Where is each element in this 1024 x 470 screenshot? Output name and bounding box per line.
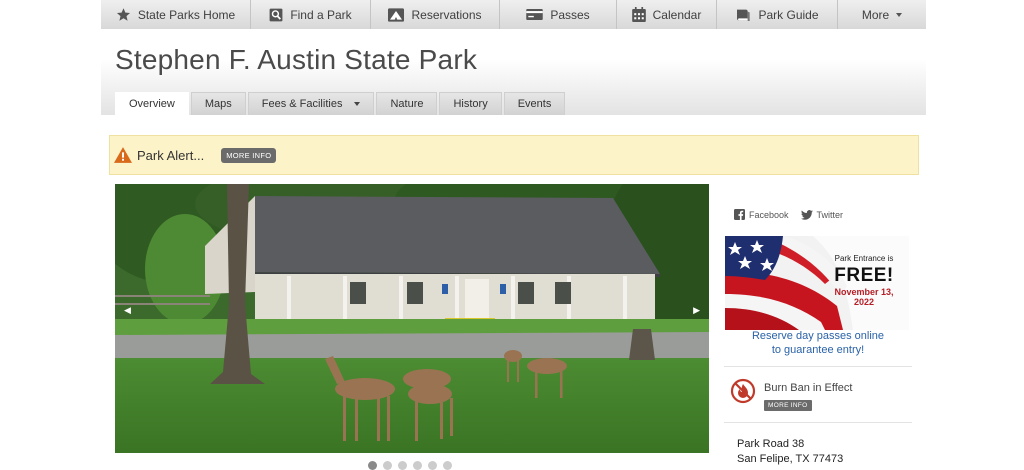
twitter-link[interactable]: Twitter xyxy=(800,209,844,220)
twitter-label: Twitter xyxy=(816,209,844,220)
burn-ban-title: Burn Ban in Effect xyxy=(764,382,853,394)
no-fire-icon xyxy=(730,378,756,404)
promo-caption-line-1: Reserve day passes online xyxy=(751,330,885,342)
tab-label: Events xyxy=(517,98,552,110)
warning-icon xyxy=(114,147,132,163)
chevron-down-icon xyxy=(354,102,361,106)
sidebar: Facebook Twitter Park Entrance is FREE! … xyxy=(724,196,912,468)
promo-year: 2022 xyxy=(853,297,875,307)
divider xyxy=(724,366,912,367)
nav-label: State Parks Home xyxy=(137,7,236,22)
nav-reservations[interactable]: Reservations xyxy=(371,0,500,29)
top-nav: State Parks Home Find a Park Reservation… xyxy=(101,0,926,30)
promo-free: FREE! xyxy=(834,265,894,286)
burn-ban-text: Burn Ban in Effect MORE INFO xyxy=(764,378,852,412)
calendar-icon xyxy=(631,7,646,22)
tab-label: Fees & Facilities xyxy=(261,98,343,110)
alert-more-info-button[interactable]: MORE INFO xyxy=(221,147,277,163)
slideshow-dots xyxy=(368,461,452,470)
social-links: Facebook Twitter xyxy=(734,209,843,220)
nav-park-guide[interactable]: Park Guide xyxy=(717,0,838,29)
search-icon xyxy=(269,8,283,21)
tab-fees-facilities[interactable]: Fees & Facilities xyxy=(247,92,375,115)
park-address: Park Road 38 San Felipe, TX 77473 xyxy=(737,437,843,467)
chevron-down-icon xyxy=(896,12,903,17)
tab-label: Nature xyxy=(390,98,424,110)
burn-ban-notice: Burn Ban in Effect MORE INFO xyxy=(730,378,852,412)
park-photo-slideshow: ◀ ▶ xyxy=(115,184,709,453)
slideshow-next-arrow-icon[interactable]: ▶ xyxy=(693,305,700,316)
nav-label: Park Guide xyxy=(758,7,819,22)
nav-label: Find a Park xyxy=(290,7,352,22)
slideshow-prev-arrow-icon[interactable]: ◀ xyxy=(124,305,131,316)
park-photo xyxy=(115,184,709,453)
slideshow-dot[interactable] xyxy=(398,461,407,470)
park-header: Stephen F. Austin State Park Overview Ma… xyxy=(101,29,926,115)
nav-label: Calendar xyxy=(652,7,702,22)
promo-caption-line-2: to guarantee entry! xyxy=(771,344,865,356)
promo-date-line: November 13, xyxy=(834,287,894,297)
facebook-label: Facebook xyxy=(749,209,789,220)
facebook-link[interactable]: Facebook xyxy=(734,209,789,220)
alert-text[interactable]: Park Alert... xyxy=(137,148,204,163)
slideshow-dot[interactable] xyxy=(443,461,452,470)
tab-maps[interactable]: Maps xyxy=(190,92,246,115)
book-icon xyxy=(737,9,751,21)
facebook-icon xyxy=(734,209,745,220)
park-tabs: Overview Maps Fees & Facilities Nature H… xyxy=(115,92,566,115)
tab-nature[interactable]: Nature xyxy=(376,92,438,115)
divider xyxy=(724,422,912,423)
slideshow-dot[interactable] xyxy=(428,461,437,470)
slideshow-dot[interactable] xyxy=(368,461,377,470)
nav-passes[interactable]: Passes xyxy=(500,0,617,29)
burn-ban-more-info-button[interactable]: MORE INFO xyxy=(764,400,812,411)
slideshow-dot[interactable] xyxy=(413,461,422,470)
star-icon xyxy=(116,8,130,21)
nav-label: More xyxy=(861,7,890,22)
nav-label: Reservations xyxy=(411,7,482,22)
reserve-day-pass-link[interactable]: Reserve day passes online to guarantee e… xyxy=(724,329,912,357)
tent-icon xyxy=(388,7,405,22)
tab-label: Overview xyxy=(129,98,175,110)
nav-calendar[interactable]: Calendar xyxy=(617,0,717,29)
nav-label: Passes xyxy=(550,7,590,22)
address-line-2: San Felipe, TX 77473 xyxy=(737,453,844,465)
address-line-1: Park Road 38 xyxy=(737,438,805,450)
slideshow-dot[interactable] xyxy=(383,461,392,470)
promo-line-1: Park Entrance is xyxy=(834,254,894,263)
pass-card-icon xyxy=(526,9,544,20)
tab-overview[interactable]: Overview xyxy=(115,92,189,115)
free-entrance-promo[interactable]: Park Entrance is FREE! November 13, 2022 xyxy=(725,236,909,330)
nav-more[interactable]: More xyxy=(838,0,926,29)
tab-events[interactable]: Events xyxy=(503,92,566,115)
nav-state-parks-home[interactable]: State Parks Home xyxy=(101,0,251,29)
tab-label: History xyxy=(453,98,488,110)
page-title: Stephen F. Austin State Park xyxy=(115,44,478,75)
twitter-icon xyxy=(800,209,813,220)
tab-history[interactable]: History xyxy=(439,92,502,115)
park-alert-banner: Park Alert... MORE INFO xyxy=(109,135,919,175)
nav-find-a-park[interactable]: Find a Park xyxy=(251,0,371,29)
promo-text: Park Entrance is FREE! November 13, 2022 xyxy=(821,255,907,307)
tab-label: Maps xyxy=(204,98,232,110)
